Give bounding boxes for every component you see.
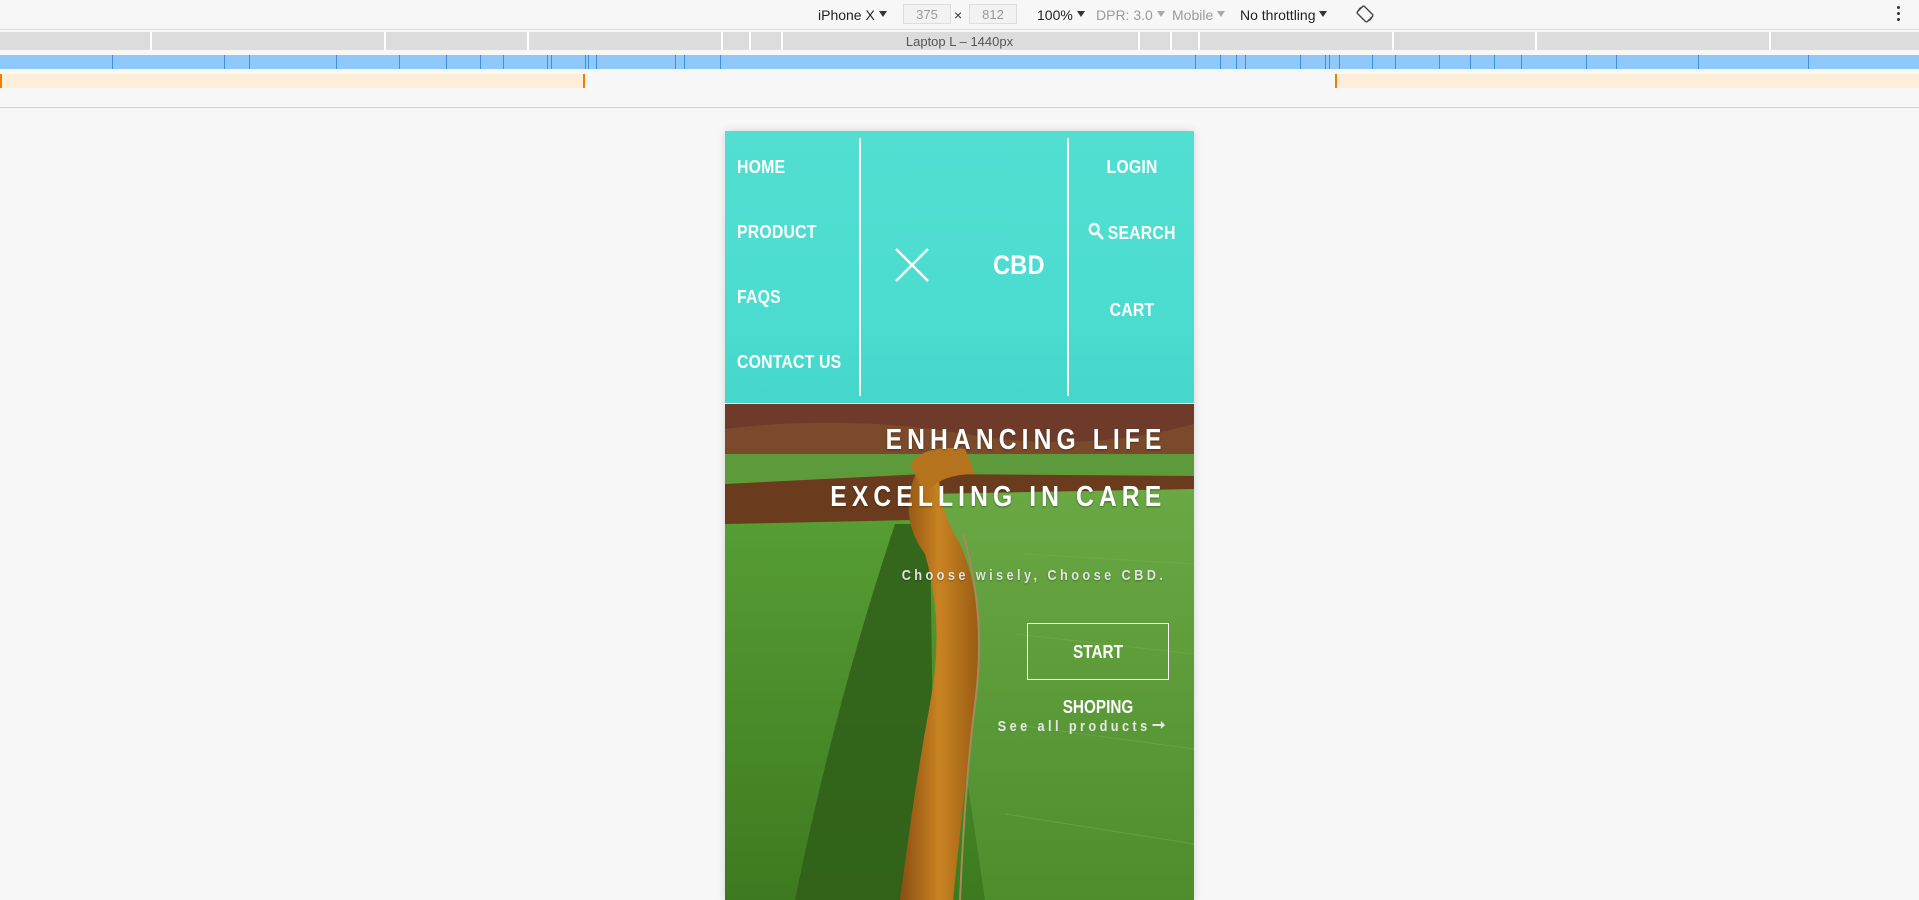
media-query-breakpoint[interactable] [1372, 55, 1373, 69]
media-query-breakpoint[interactable] [336, 55, 337, 69]
device-select[interactable]: iPhone X [818, 7, 887, 23]
media-query-breakpoint[interactable] [1698, 55, 1699, 69]
hero-section: ENHANCING LIFE EXCELLING IN CARE Choose … [725, 404, 1194, 900]
nav-search-label: SEARCH [1107, 223, 1176, 243]
media-query-breakpoint[interactable] [684, 55, 685, 69]
media-query-breakpoint[interactable] [1236, 55, 1237, 69]
dimension-separator: × [954, 7, 963, 23]
media-query-breakpoint[interactable] [1195, 55, 1196, 69]
chevron-down-icon [1076, 11, 1085, 17]
media-query-breakpoint[interactable] [720, 55, 721, 69]
chevron-down-icon [1319, 11, 1328, 17]
media-query-breakpoint[interactable] [1339, 55, 1340, 69]
media-query-breakpoint[interactable] [224, 55, 225, 69]
width-input[interactable]: 375 [903, 4, 951, 24]
media-query-breakpoint[interactable] [446, 55, 447, 69]
media-query-breakpoint[interactable] [1325, 55, 1326, 69]
nav-faqs[interactable]: FAQS [737, 287, 781, 308]
media-query-breakpoint[interactable] [249, 55, 250, 69]
mode-select[interactable]: Mobile [1172, 7, 1226, 23]
media-query-bar-min-width[interactable] [1336, 74, 1919, 88]
media-query-breakpoint[interactable] [1439, 55, 1440, 69]
media-query-breakpoint[interactable] [1245, 55, 1246, 69]
hero-title-line2: EXCELLING IN CARE [830, 481, 1166, 513]
dpr-select[interactable]: DPR: 3.0 [1096, 7, 1165, 23]
media-query-breakpoint[interactable] [1586, 55, 1587, 69]
nav-product[interactable]: PRODUCT [737, 222, 817, 243]
nav-home[interactable]: HOME [737, 157, 785, 178]
media-query-breakpoint[interactable] [547, 55, 548, 69]
header-divider [1067, 138, 1069, 396]
device-viewport: HOME PRODUCT FAQS CONTACT US CBD LOGIN S… [725, 131, 1194, 900]
media-query-breakpoint[interactable] [596, 55, 597, 69]
media-query-breakpoint[interactable] [1494, 55, 1495, 69]
brand-logo[interactable]: CBD [993, 250, 1044, 281]
media-query-marker [1335, 74, 1337, 88]
hero-tagline: Choose wisely, Choose CBD. [901, 567, 1166, 584]
kebab-icon[interactable] [1895, 6, 1901, 24]
media-query-breakpoint[interactable] [503, 55, 504, 69]
rotate-icon[interactable] [1356, 5, 1374, 23]
media-query-breakpoint[interactable] [1329, 55, 1330, 69]
media-query-breakpoint[interactable] [1300, 55, 1301, 69]
media-query-breakpoint[interactable] [1470, 55, 1471, 69]
hero-title-line1: ENHANCING LIFE [885, 424, 1166, 456]
ruler-divider [0, 107, 1919, 108]
media-query-breakpoint[interactable] [1395, 55, 1396, 69]
media-query-breakpoint[interactable] [480, 55, 481, 69]
media-query-breakpoint[interactable] [1808, 55, 1809, 69]
device-select-label: iPhone X [818, 7, 875, 23]
media-query-breakpoint[interactable] [585, 55, 586, 69]
media-query-bar-min-max[interactable] [0, 55, 1919, 69]
throttling-select[interactable]: No throttling [1240, 7, 1328, 23]
search-icon [1088, 222, 1104, 240]
media-query-breakpoint[interactable] [399, 55, 400, 69]
height-input[interactable]: 812 [969, 4, 1017, 24]
nav-login[interactable]: LOGIN [1077, 157, 1186, 178]
nav-cart[interactable]: CART [1077, 300, 1186, 321]
see-all-products-label: See all products [997, 718, 1151, 735]
media-query-breakpoint[interactable] [588, 55, 589, 69]
arrow-right-icon [1152, 721, 1166, 729]
throttling-select-label: No throttling [1240, 7, 1316, 23]
media-query-label: Laptop L – 1440px [905, 34, 1014, 49]
dpr-select-label: DPR: 3.0 [1096, 7, 1153, 23]
media-query-breakpoint[interactable] [1220, 55, 1221, 69]
media-query-breakpoint[interactable] [1616, 55, 1617, 69]
zoom-select[interactable]: 100% [1037, 7, 1085, 23]
media-query-marker [583, 74, 585, 88]
zoom-select-label: 100% [1037, 7, 1073, 23]
chevron-down-icon [1156, 11, 1165, 17]
site-header: HOME PRODUCT FAQS CONTACT US CBD LOGIN S… [725, 131, 1194, 404]
start-shopping-button[interactable]: START SHOPING [1027, 623, 1169, 717]
nav-search[interactable]: SEARCH [1077, 222, 1186, 244]
chevron-down-icon [1217, 11, 1226, 17]
header-divider [859, 138, 861, 396]
media-query-bar-min-width[interactable] [0, 74, 584, 88]
chevron-down-icon [878, 11, 887, 17]
see-all-products-link[interactable]: See all products [998, 718, 1166, 735]
close-icon[interactable] [894, 247, 930, 283]
mode-select-label: Mobile [1172, 7, 1214, 23]
media-query-breakpoint[interactable] [551, 55, 552, 69]
media-query-marker [0, 74, 2, 88]
media-query-breakpoint[interactable] [112, 55, 113, 69]
media-query-breakpoint[interactable] [675, 55, 676, 69]
devtools-device-toolbar: iPhone X 375 × 812 100% DPR: 3.0 Mobile … [0, 0, 1919, 30]
nav-contact-us[interactable]: CONTACT US [737, 352, 841, 373]
media-query-breakpoint[interactable] [1521, 55, 1522, 69]
